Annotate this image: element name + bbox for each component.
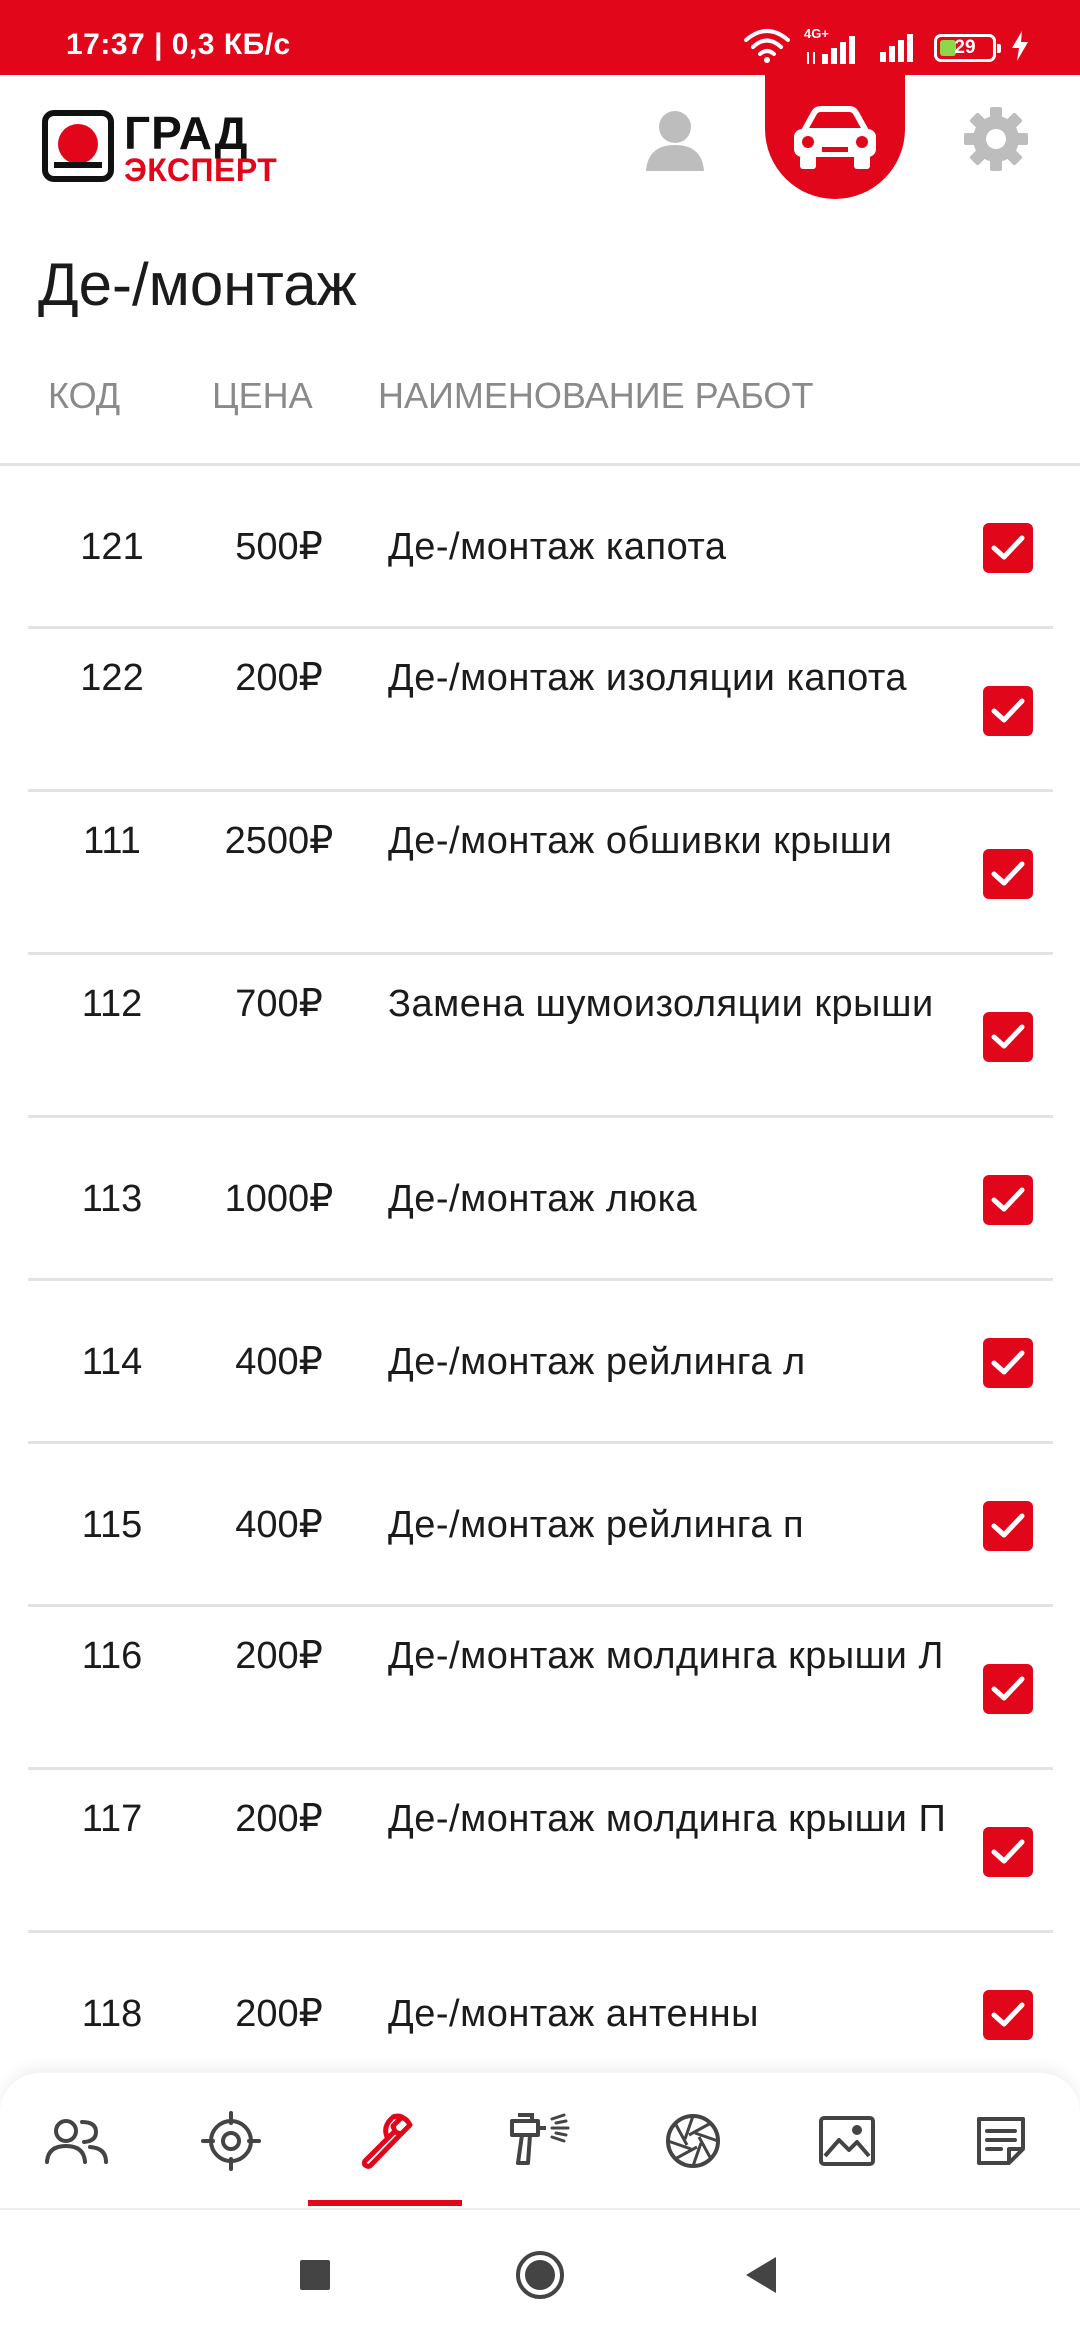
work-name: Де-/монтаж рейлинга п [388, 1504, 805, 1546]
charging-icon [1010, 30, 1030, 67]
check-icon [991, 1676, 1025, 1701]
signal-4g-icon: 4G+ [804, 26, 862, 66]
check-icon [991, 1513, 1025, 1538]
table-row[interactable]: 112 700₽ Замена шумоизоляции крыши [28, 955, 1053, 1118]
logo-text-bottom: ЭКСПЕРТ [124, 152, 278, 188]
table-row[interactable]: 111 2500₽ Де-/монтаж обшивки крыши [28, 792, 1053, 955]
image-icon[interactable] [770, 2073, 924, 2208]
user-icon[interactable] [640, 105, 710, 175]
work-checkbox[interactable] [983, 1990, 1033, 2040]
table-row[interactable]: 117 200₽ Де-/монтаж молдинга крыши П [28, 1770, 1053, 1933]
column-header-name: НАИМЕНОВАНИЕ РАБОТ [378, 375, 814, 416]
work-code: 116 [81, 1635, 143, 1677]
work-code: 115 [81, 1504, 143, 1546]
work-code: 113 [81, 1178, 143, 1220]
status-time: 17:37 | 0,3 КБ/с [66, 28, 291, 61]
check-icon [991, 861, 1025, 886]
work-name: Де-/монтаж антенны [388, 1993, 759, 2035]
work-price: 2500₽ [224, 820, 334, 862]
work-name: Де-/монтаж молдинга крыши Л [388, 1635, 944, 1677]
work-checkbox[interactable] [983, 1827, 1033, 1877]
status-bar: 17:37 | 0,3 КБ/с 4G+ 29 [0, 0, 1080, 75]
work-checkbox[interactable] [983, 686, 1033, 736]
spray-gun-icon[interactable] [462, 2073, 616, 2208]
logo: ГРАД ЭКСПЕРТ [42, 107, 312, 188]
home-button[interactable] [505, 2240, 575, 2310]
wifi-icon [744, 28, 790, 69]
check-icon [991, 535, 1025, 560]
work-checkbox[interactable] [983, 523, 1033, 573]
work-code: 122 [80, 657, 144, 699]
work-price: 200₽ [235, 657, 323, 699]
work-price: 500₽ [235, 526, 323, 568]
active-tab-indicator [308, 2200, 462, 2206]
target-icon[interactable] [154, 2073, 308, 2208]
work-price: 200₽ [235, 1798, 323, 1840]
back-triangle-icon [746, 2257, 776, 2293]
check-icon [991, 2002, 1025, 2027]
people-icon[interactable] [0, 2073, 154, 2208]
car-icon[interactable] [790, 105, 880, 171]
aperture-icon[interactable] [616, 2073, 770, 2208]
work-price: 200₽ [235, 1993, 323, 2035]
bottom-nav [0, 2073, 1080, 2208]
table-row[interactable]: 122 200₽ Де-/монтаж изоляции капота [28, 629, 1053, 792]
work-code: 114 [81, 1341, 143, 1383]
work-checkbox[interactable] [983, 1501, 1033, 1551]
work-price: 400₽ [235, 1341, 323, 1383]
work-name: Де-/монтаж рейлинга л [388, 1341, 806, 1383]
check-icon [991, 1024, 1025, 1049]
wrench-icon[interactable] [308, 2073, 462, 2208]
table-row[interactable]: 121 500₽ Де-/монтаж капота [28, 466, 1053, 629]
work-name: Де-/монтаж капота [388, 526, 727, 568]
check-icon [991, 1839, 1025, 1864]
work-code: 112 [81, 983, 143, 1025]
table-row[interactable]: 114 400₽ Де-/монтаж рейлинга л [28, 1281, 1053, 1444]
work-checkbox[interactable] [983, 849, 1033, 899]
work-checkbox[interactable] [983, 1338, 1033, 1388]
work-list: 121 500₽ Де-/монтаж капота 122 200₽ Де-/… [28, 466, 1053, 2096]
column-header-price: ЦЕНА [212, 375, 313, 416]
page-title: Де-/монтаж [38, 251, 357, 318]
back-button[interactable] [725, 2240, 795, 2310]
work-name: Замена шумоизоляции крыши [388, 983, 934, 1025]
work-code: 111 [83, 820, 141, 862]
work-name: Де-/монтаж молдинга крыши П [388, 1798, 947, 1840]
work-code: 118 [81, 1993, 143, 2035]
work-checkbox[interactable] [983, 1664, 1033, 1714]
work-name: Де-/монтаж изоляции капота [388, 657, 908, 699]
gear-icon[interactable] [962, 105, 1030, 173]
square-icon [300, 2260, 330, 2290]
table-row[interactable]: 113 1000₽ Де-/монтаж люка [28, 1118, 1053, 1281]
logo-mark [42, 110, 114, 182]
check-icon [991, 698, 1025, 723]
work-name: Де-/монтаж обшивки крыши [388, 820, 893, 862]
work-code: 117 [81, 1798, 143, 1840]
battery-icon: 29 [934, 34, 1001, 62]
status-icons: 4G+ 29 [744, 26, 1030, 69]
check-icon [991, 1350, 1025, 1375]
app-header: ГРАД ЭКСПЕРТ [0, 75, 1080, 225]
check-icon [991, 1187, 1025, 1212]
work-name: Де-/монтаж люка [388, 1178, 698, 1220]
work-price: 1000₽ [224, 1178, 334, 1220]
battery-level: 29 [954, 37, 976, 58]
signal-icon [876, 28, 920, 69]
recents-button[interactable] [280, 2240, 350, 2310]
work-checkbox[interactable] [983, 1175, 1033, 1225]
table-row[interactable]: 115 400₽ Де-/монтаж рейлинга п [28, 1444, 1053, 1607]
work-price: 400₽ [235, 1504, 323, 1546]
work-price: 700₽ [235, 983, 323, 1025]
table-row[interactable]: 118 200₽ Де-/монтаж антенны [28, 1933, 1053, 2096]
column-header-code: КОД [48, 375, 121, 416]
work-code: 121 [80, 526, 144, 568]
table-row[interactable]: 116 200₽ Де-/монтаж молдинга крыши Л [28, 1607, 1053, 1770]
system-nav [0, 2210, 1080, 2340]
work-price: 200₽ [235, 1635, 323, 1677]
home-circle-icon [516, 2251, 564, 2299]
work-checkbox[interactable] [983, 1012, 1033, 1062]
note-icon[interactable] [924, 2073, 1078, 2208]
